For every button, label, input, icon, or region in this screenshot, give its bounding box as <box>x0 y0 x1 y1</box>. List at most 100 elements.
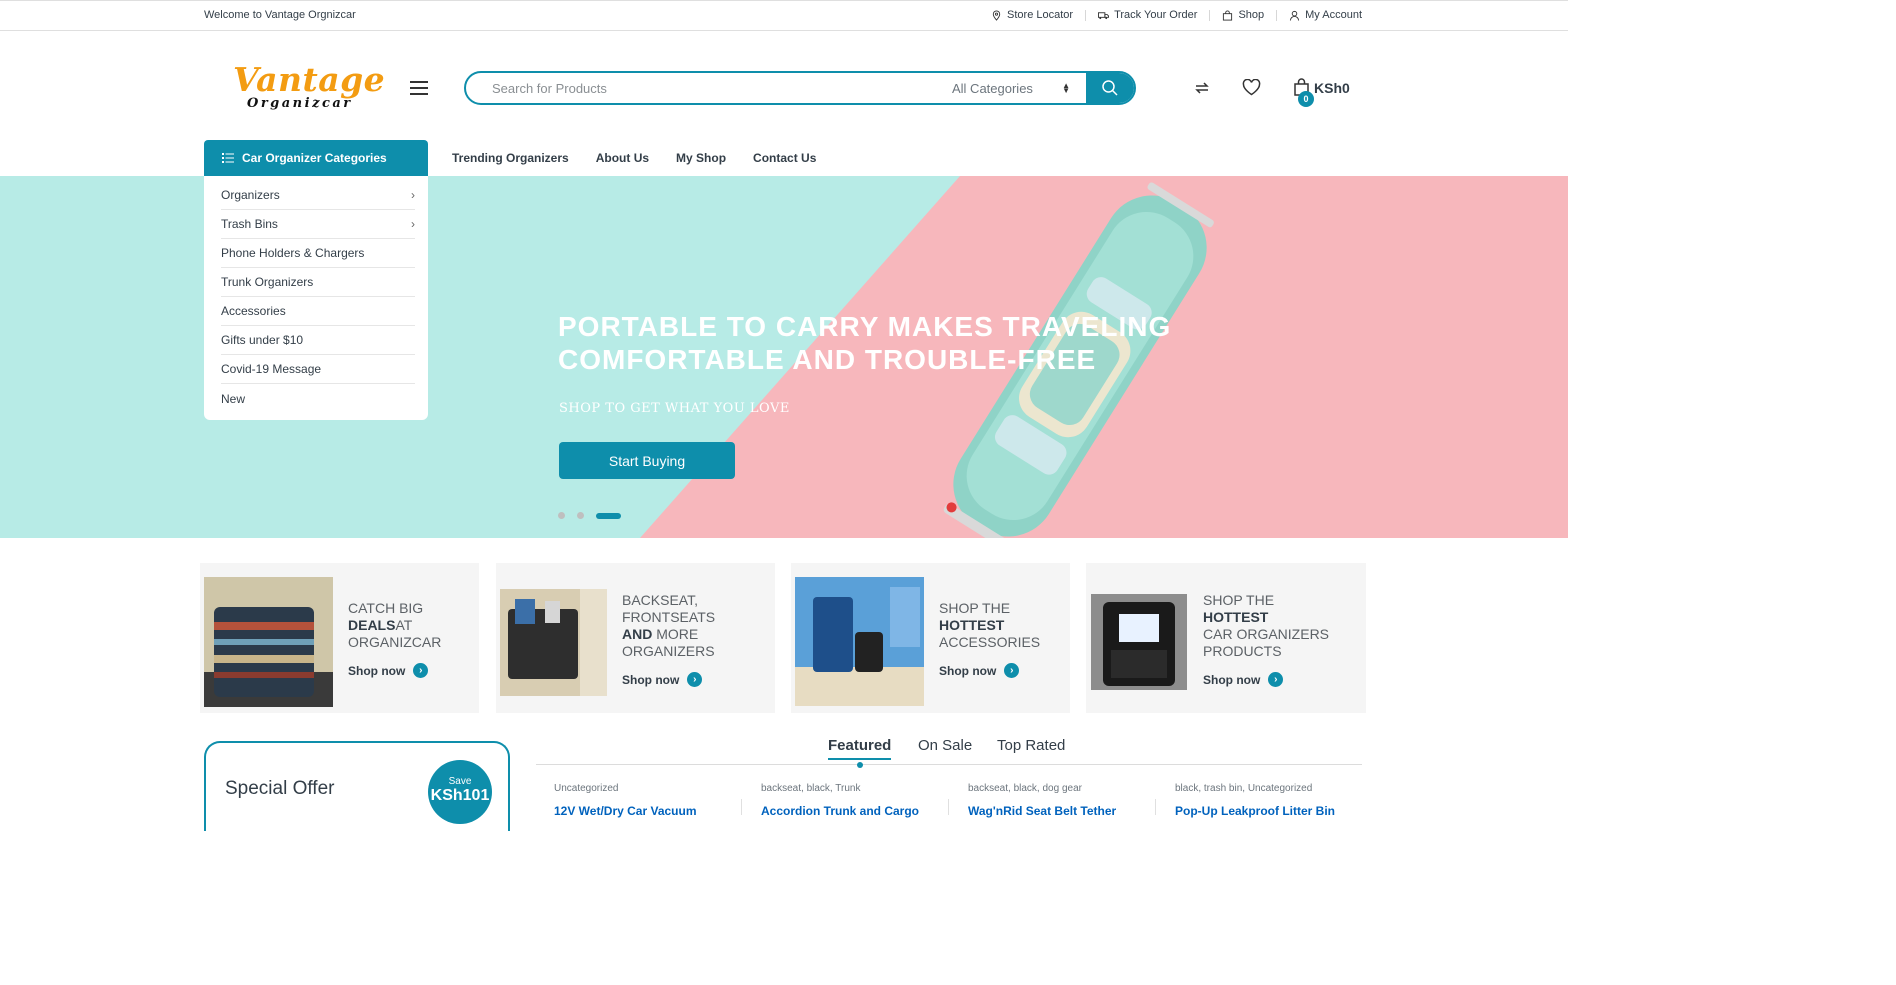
promo-card-deals[interactable]: CATCH BIG DEALSAT ORGANIZCAR Shop now › <box>200 563 479 713</box>
slider-dot-2[interactable] <box>577 512 584 519</box>
save-amount: KSh101 <box>430 787 490 804</box>
promo-image <box>1091 594 1187 690</box>
search-bar: All Categories ▲▼ <box>464 71 1136 105</box>
top-bar: Welcome to Vantage Orgnizcar Store Locat… <box>0 0 1568 31</box>
nav-trending-organizers[interactable]: Trending Organizers <box>452 151 569 165</box>
select-arrows-icon: ▲ ▼ <box>1062 81 1070 95</box>
welcome-text: Welcome to Vantage Orgnizcar <box>204 9 356 21</box>
shopping-bag-icon <box>1223 9 1233 21</box>
shop-now-link[interactable]: Shop now › <box>1203 672 1284 687</box>
tab-top-rated[interactable]: Top Rated <box>997 737 1065 754</box>
category-dropdown: Organizers › Trash Bins › Phone Holders & … <box>204 176 428 420</box>
compare-icon[interactable] <box>1193 79 1211 97</box>
promo-image <box>204 577 333 707</box>
promo-card-hottest[interactable]: SHOP THE HOTTEST CAR ORGANIZERS PRODUCTS… <box>1086 563 1366 713</box>
save-badge: Save KSh101 <box>428 760 492 824</box>
logo-subtext: Organizcar <box>247 96 353 111</box>
category-item-label: New <box>221 391 246 406</box>
product-title[interactable]: Wag'nRid Seat Belt Tether <box>968 804 1116 818</box>
category-item-phone-holders[interactable]: Phone Holders & Chargers <box>221 239 415 268</box>
category-item-label: Accessories <box>221 304 286 318</box>
nav-contact-us[interactable]: Contact Us <box>753 151 816 165</box>
promo-card-backseat[interactable]: BACKSEAT, FRONTSEATS AND MORE ORGANIZERS… <box>496 563 775 713</box>
product-category[interactable]: Uncategorized <box>554 783 618 794</box>
categories-menu-label: Car Organizer Categories <box>242 151 387 165</box>
list-icon <box>222 153 234 163</box>
product-title[interactable]: Pop-Up Leakproof Litter Bin <box>1175 804 1335 818</box>
special-offer-title: Special Offer <box>225 778 335 799</box>
product-category[interactable]: black, trash bin, Uncategorized <box>1175 783 1312 794</box>
shop-now-link[interactable]: Shop now › <box>939 663 1020 678</box>
my-account-label: My Account <box>1305 9 1362 21</box>
divider <box>741 799 742 815</box>
category-item-gifts[interactable]: Gifts under $10 <box>221 326 415 355</box>
slider-dot-1[interactable] <box>558 512 565 519</box>
wishlist-heart-icon[interactable] <box>1242 79 1261 96</box>
promo-image <box>795 577 924 706</box>
promo-card-accessories[interactable]: SHOP THE HOTTEST ACCESSORIES Shop now › <box>791 563 1070 713</box>
start-buying-button[interactable]: Start Buying <box>559 442 735 479</box>
page: Welcome to Vantage Orgnizcar Store Locat… <box>0 0 1568 831</box>
shop-now-link[interactable]: Shop now › <box>622 672 703 687</box>
slider-dot-3[interactable] <box>596 512 621 519</box>
tab-on-sale[interactable]: On Sale <box>918 737 972 754</box>
category-select-value: All Categories <box>952 80 1033 96</box>
promo-text: CATCH BIG DEALSAT ORGANIZCAR <box>348 600 442 650</box>
category-item-covid[interactable]: Covid-19 Message <box>221 355 415 384</box>
tab-featured[interactable]: Featured <box>828 737 892 760</box>
save-label: Save <box>448 776 472 787</box>
shop-now-link[interactable]: Shop now › <box>348 663 429 678</box>
active-tab-indicator <box>857 762 863 768</box>
product-title[interactable]: 12V Wet/Dry Car Vacuum <box>554 804 697 818</box>
truck-icon <box>1098 11 1110 19</box>
main-nav: Trending Organizers About Us My Shop Con… <box>452 151 816 165</box>
categories-menu-button[interactable]: Car Organizer Categories <box>204 140 428 176</box>
promo-text: BACKSEAT, FRONTSEATS AND MORE ORGANIZERS <box>622 592 716 659</box>
shop-label: Shop <box>1238 9 1265 21</box>
arrow-right-icon: › <box>1268 672 1284 687</box>
search-button[interactable] <box>1086 73 1134 103</box>
search-icon <box>1102 80 1118 96</box>
store-locator-link[interactable]: Store Locator <box>991 9 1073 21</box>
cart-total[interactable]: KSh0 <box>1314 80 1350 96</box>
menu-icon[interactable] <box>410 81 428 95</box>
category-item-label: Organizers <box>221 188 280 202</box>
category-item-trash-bins[interactable]: Trash Bins › <box>221 210 415 239</box>
product-category[interactable]: backseat, black, Trunk <box>761 783 861 794</box>
category-select[interactable]: All Categories ▲ ▼ <box>952 73 1086 103</box>
my-account-link[interactable]: My Account <box>1289 9 1362 21</box>
search-input[interactable] <box>466 73 952 103</box>
category-item-label: Gifts under $10 <box>221 333 304 347</box>
divider <box>1155 799 1156 815</box>
promo-text: SHOP THE HOTTEST ACCESSORIES <box>939 600 1041 650</box>
divider <box>1276 9 1278 21</box>
category-item-label: Phone Holders & Chargers <box>221 246 365 260</box>
hero-title: PORTABLE TO CARRY MAKES TRAVELING COMFOR… <box>558 311 1172 375</box>
chevron-right-icon: › <box>411 188 415 202</box>
slider-dots <box>558 512 621 519</box>
category-item-organizers[interactable]: Organizers › <box>221 181 415 210</box>
user-icon <box>1290 10 1300 21</box>
category-item-accessories[interactable]: Accessories <box>221 297 415 326</box>
nav-my-shop[interactable]: My Shop <box>676 151 726 165</box>
arrow-right-icon: › <box>1004 663 1020 678</box>
category-item-new[interactable]: New <box>221 384 415 413</box>
store-locator-label: Store Locator <box>1007 9 1074 21</box>
map-pin-icon <box>992 9 1001 21</box>
product-title[interactable]: Accordion Trunk and Cargo <box>761 804 919 818</box>
tabs-divider <box>536 764 1362 765</box>
arrow-right-icon: › <box>687 672 703 687</box>
chevron-right-icon: › <box>411 217 415 231</box>
promo-image <box>500 589 607 696</box>
category-item-trunk-organizers[interactable]: Trunk Organizers <box>221 268 415 297</box>
top-links: Store Locator Track Your Order Shop My A… <box>991 9 1362 21</box>
category-item-label: Trash Bins <box>221 217 278 231</box>
divider <box>948 799 949 815</box>
nav-about-us[interactable]: About Us <box>596 151 649 165</box>
track-order-link[interactable]: Track Your Order <box>1098 9 1197 21</box>
special-offer-card: Special Offer Save KSh101 <box>204 741 510 831</box>
shop-link[interactable]: Shop <box>1222 9 1264 21</box>
product-category[interactable]: backseat, black, dog gear <box>968 783 1082 794</box>
promo-text: SHOP THE HOTTEST CAR ORGANIZERS PRODUCTS <box>1203 592 1330 659</box>
site-logo[interactable]: Vantage Organizcar <box>233 60 385 116</box>
